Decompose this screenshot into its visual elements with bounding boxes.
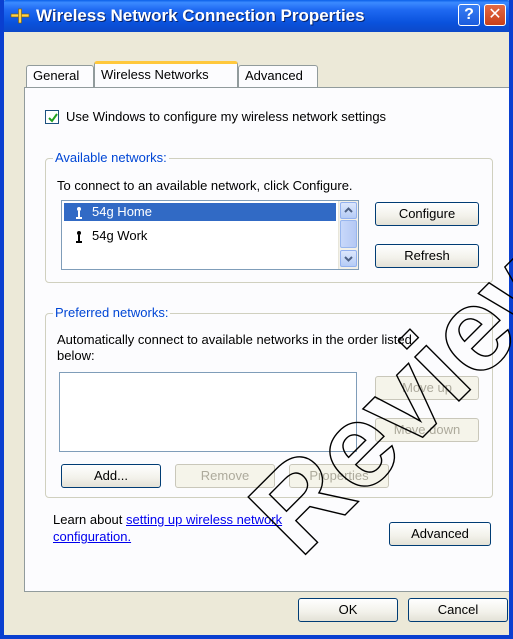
move-down-button[interactable]: Move down [375,418,479,442]
antenna-icon [76,207,82,219]
setup-link[interactable]: setting up wireless network [126,512,282,527]
properties-button[interactable]: Properties [289,464,389,488]
remove-button[interactable]: Remove [175,464,275,488]
preferred-networks-list[interactable] [59,372,357,452]
preferred-networks-label: Preferred networks: [53,305,171,320]
chevron-down-icon [344,256,353,262]
learn-about-prefix: Learn about [53,512,127,527]
tab-advanced[interactable]: Advanced [238,65,318,87]
dialog-window: Wireless Network Connection Properties ?… [0,0,513,639]
scroll-down-button[interactable] [340,250,357,267]
help-button[interactable]: ? [458,4,480,26]
tab-general[interactable]: General [26,65,94,87]
chevron-up-icon [344,207,353,213]
learn-about-text: Learn about setting up wireless network [53,512,282,527]
tab-wireless-networks[interactable]: Wireless Networks [94,61,238,87]
available-instruction: To connect to an available network, clic… [57,178,353,193]
network-item[interactable]: 54g Home [64,203,336,221]
setup-link-continued[interactable]: configuration. [53,529,131,544]
title-bar[interactable]: Wireless Network Connection Properties ?… [4,0,509,32]
move-up-button[interactable]: Move up [375,376,479,400]
checkmark-icon [48,113,58,123]
configure-button[interactable]: Configure [375,202,479,226]
available-networks-list[interactable]: 54g Home 54g Work [61,200,359,270]
ok-button[interactable]: OK [298,598,398,622]
scroll-up-button[interactable] [340,202,357,219]
use-windows-checkbox[interactable] [45,110,59,124]
add-button[interactable]: Add... [61,464,161,488]
preferred-instruction-line1: Automatically connect to available netwo… [57,332,412,347]
antenna-icon [76,231,82,243]
advanced-button[interactable]: Advanced [389,522,491,546]
tab-panel: Use Windows to configure my wireless net… [24,87,509,592]
cancel-button[interactable]: Cancel [408,598,508,622]
network-item[interactable]: 54g Work [64,227,336,245]
network-name: 54g Work [92,228,148,243]
available-networks-label: Available networks: [53,150,169,165]
refresh-button[interactable]: Refresh [375,244,479,268]
network-connection-icon [10,8,30,24]
available-scrollbar[interactable] [338,201,358,269]
network-name: 54g Home [92,204,152,219]
window-title: Wireless Network Connection Properties [36,6,365,25]
use-windows-label: Use Windows to configure my wireless net… [66,109,387,124]
close-button[interactable]: ✕ [484,4,506,26]
preferred-instruction-line2: below: [57,348,95,363]
scroll-thumb[interactable] [340,220,357,248]
